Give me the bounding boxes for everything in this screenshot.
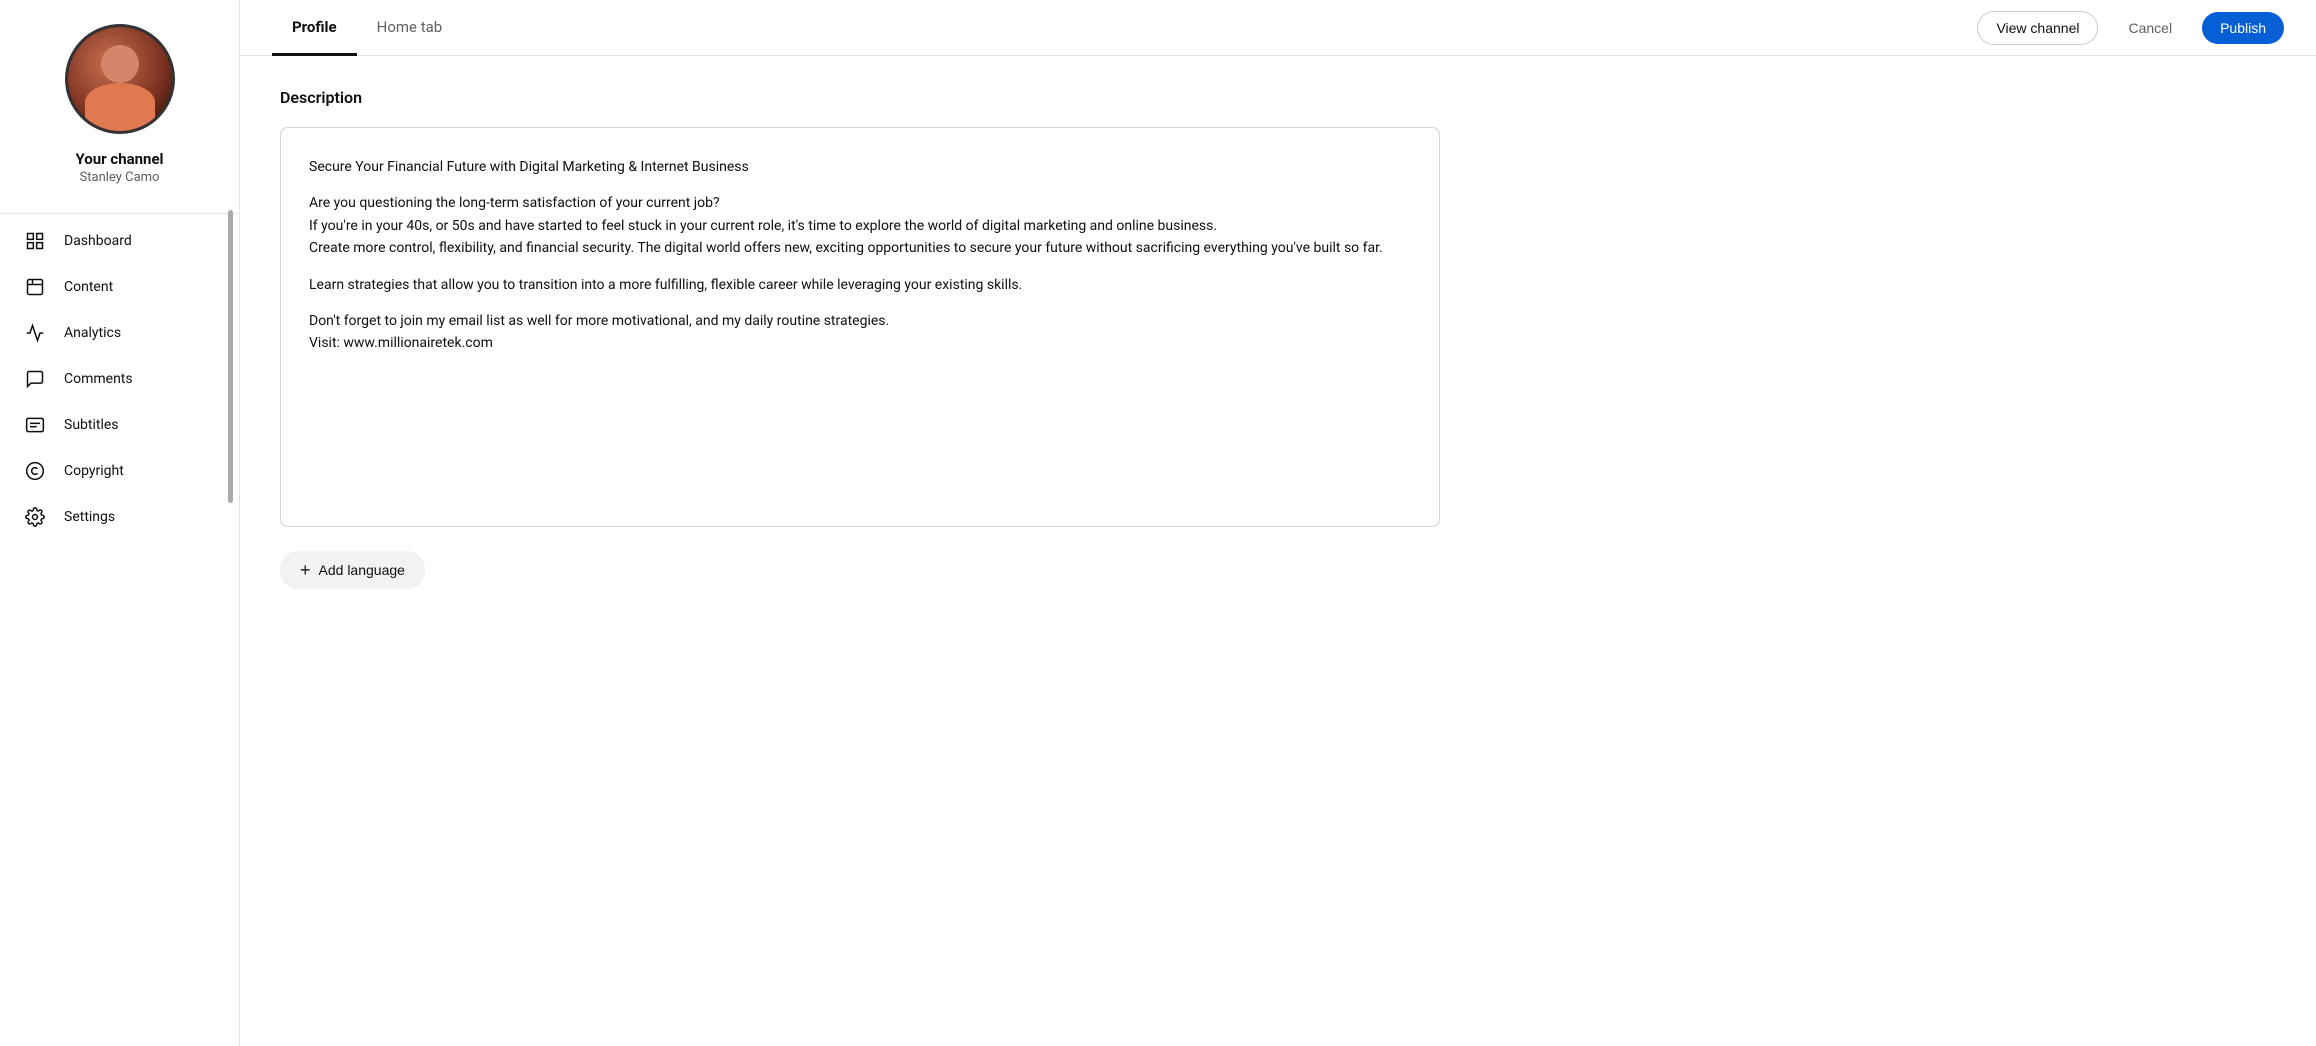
topbar: ProfileHome tab View channel Cancel Publ… [240,0,2316,56]
description-line: Visit: www.millionairetek.com [309,332,1411,354]
channel-name-label: Your channel [75,150,163,168]
description-line: Create more control, flexibility, and fi… [309,237,1411,259]
sidebar-item-copyright[interactable]: Copyright [0,448,239,494]
comments-icon [24,368,46,390]
sidebar-item-label-content: Content [64,279,113,295]
sidebar-item-label-analytics: Analytics [64,325,121,341]
description-blank-line [309,296,1411,310]
sidebar-item-dashboard[interactable]: Dashboard [0,218,239,264]
sidebar-item-content[interactable]: Content [0,264,239,310]
sidebar-item-label-copyright: Copyright [64,463,124,479]
content-area: Description Secure Your Financial Future… [240,56,2316,1046]
sidebar-item-label-subtitles: Subtitles [64,417,119,433]
copyright-icon [24,460,46,482]
subtitles-icon [24,414,46,436]
description-line: Don't forget to join my email list as we… [309,310,1411,332]
channel-handle: Stanley Camo [80,170,160,185]
sidebar-item-label-settings: Settings [64,509,115,525]
sidebar: Your channel Stanley Camo Dashboard Cont… [0,0,240,1046]
dashboard-icon [24,230,46,252]
description-box[interactable]: Secure Your Financial Future with Digita… [280,127,1440,527]
description-line: Secure Your Financial Future with Digita… [309,156,1411,178]
description-line: If you're in your 40s, or 50s and have s… [309,215,1411,237]
topbar-actions: View channel Cancel Publish [1977,11,2284,45]
add-language-button[interactable]: + Add language [280,551,425,589]
main-content: ProfileHome tab View channel Cancel Publ… [240,0,2316,1046]
avatar [65,24,175,134]
description-section-title: Description [280,88,2276,107]
content-icon [24,276,46,298]
analytics-icon [24,322,46,344]
view-channel-button[interactable]: View channel [1977,11,2098,45]
tab-home-tab[interactable]: Home tab [357,0,463,56]
add-language-label: Add language [319,562,405,578]
publish-button[interactable]: Publish [2202,12,2284,44]
cancel-button[interactable]: Cancel [2110,12,2190,44]
sidebar-item-label-dashboard: Dashboard [64,233,132,249]
description-blank-line [309,260,1411,274]
description-line: Are you questioning the long-term satisf… [309,192,1411,214]
description-text: Secure Your Financial Future with Digita… [309,156,1411,355]
description-line: Learn strategies that allow you to trans… [309,274,1411,296]
sidebar-scrollbar[interactable] [228,209,233,941]
tab-profile[interactable]: Profile [272,0,357,56]
sidebar-item-comments[interactable]: Comments [0,356,239,402]
description-blank-line [309,178,1411,192]
sidebar-item-subtitles[interactable]: Subtitles [0,402,239,448]
sidebar-divider-top [0,213,239,214]
settings-icon [24,506,46,528]
sidebar-item-settings[interactable]: Settings [0,494,239,540]
sidebar-item-analytics[interactable]: Analytics [0,310,239,356]
plus-icon: + [300,561,311,579]
sidebar-item-label-comments: Comments [64,371,133,387]
